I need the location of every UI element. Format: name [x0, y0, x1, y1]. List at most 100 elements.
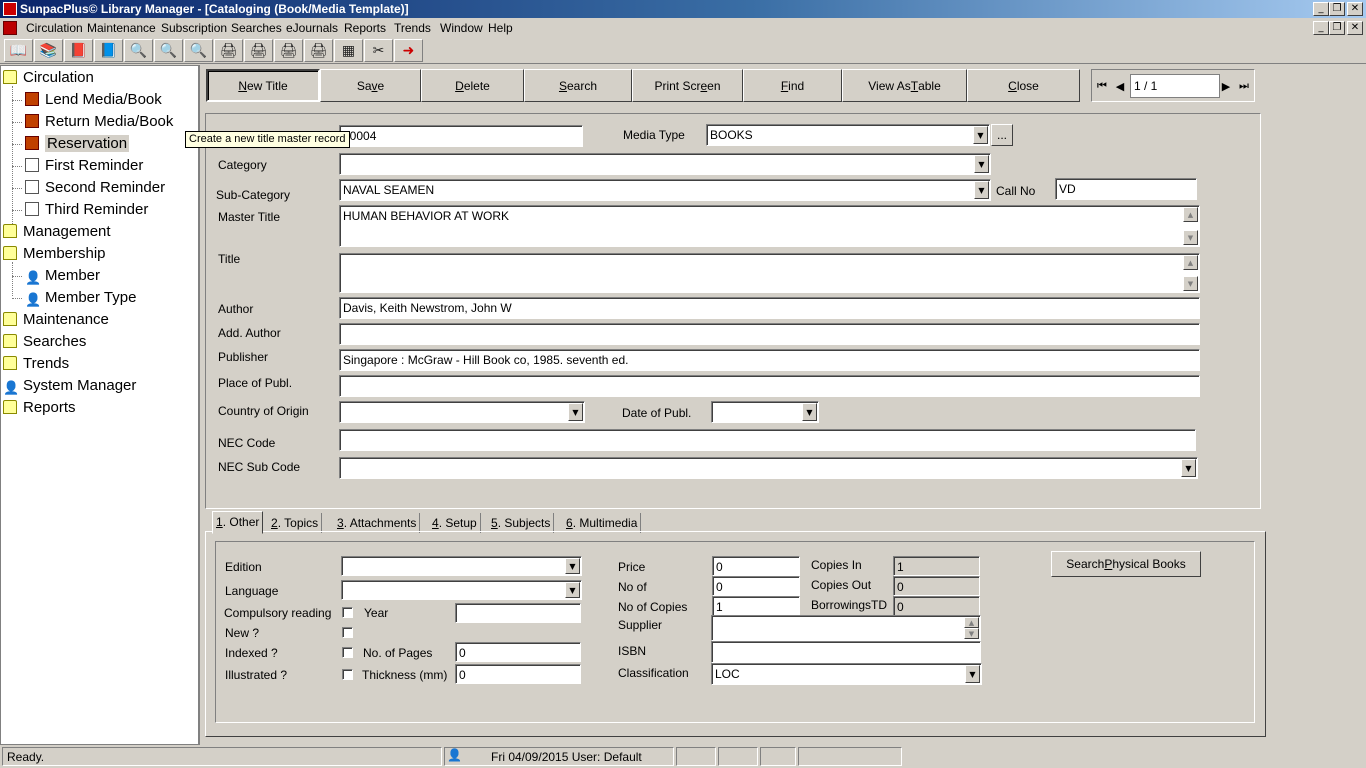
- tab-attachments[interactable]: 3. Attachments: [334, 513, 421, 533]
- chevron-down-icon[interactable]: ▼: [802, 403, 817, 421]
- publisher-field[interactable]: Singapore : McGraw - Hill Book co, 1985.…: [339, 349, 1200, 371]
- edition-select[interactable]: ▼: [341, 556, 582, 576]
- menu-subscription[interactable]: Subscription: [161, 21, 227, 35]
- chevron-down-icon[interactable]: ▼: [965, 665, 980, 683]
- close-button[interactable]: Close: [967, 69, 1080, 102]
- find-button[interactable]: Find: [743, 69, 842, 102]
- call-no-field[interactable]: VD: [1055, 178, 1197, 200]
- chevron-down-icon[interactable]: ▼: [1181, 459, 1196, 477]
- scroll-down-icon[interactable]: ▼: [1183, 276, 1198, 291]
- printer-icon[interactable]: 🖨: [244, 39, 273, 62]
- new-checkbox[interactable]: [342, 627, 353, 638]
- save-button[interactable]: Sa v e: [320, 69, 421, 102]
- tree-circulation[interactable]: Circulation: [3, 68, 94, 88]
- tab-topics[interactable]: 2. Topics: [268, 513, 323, 533]
- chevron-down-icon[interactable]: ▼: [974, 155, 989, 173]
- search-icon[interactable]: 🔍: [124, 39, 153, 62]
- tree-lend-media[interactable]: Lend Media/Book: [25, 90, 162, 110]
- menu-reports[interactable]: Reports: [344, 21, 386, 35]
- indexed-checkbox[interactable]: [342, 647, 353, 658]
- delete-button[interactable]: Delete: [421, 69, 524, 102]
- first-record-button[interactable]: ⏮: [1094, 74, 1110, 98]
- tree-reports[interactable]: Reports: [3, 398, 76, 418]
- tree-third-reminder[interactable]: Third Reminder: [25, 200, 148, 220]
- tree-reservation[interactable]: Reservation: [25, 134, 130, 154]
- tab-setup[interactable]: 4. Setup: [429, 513, 481, 533]
- document-icon[interactable]: [3, 21, 17, 35]
- menu-help[interactable]: Help: [488, 21, 513, 35]
- tools-icon[interactable]: ✂: [364, 39, 393, 62]
- chevron-down-icon[interactable]: ▼: [565, 558, 580, 574]
- media-type-select[interactable]: BOOKS ▼: [706, 124, 990, 146]
- tree-first-reminder[interactable]: First Reminder: [25, 156, 143, 176]
- year-field[interactable]: [455, 603, 581, 623]
- menu-trends[interactable]: Trends: [394, 21, 431, 35]
- mdi-restore-button[interactable]: ❐: [1329, 21, 1345, 35]
- record-counter[interactable]: 1 / 1: [1130, 74, 1220, 98]
- chevron-down-icon[interactable]: ▼: [974, 181, 989, 199]
- category-select[interactable]: ▼: [339, 153, 991, 175]
- tab-other[interactable]: 1. Other: [212, 511, 264, 534]
- chevron-down-icon[interactable]: ▼: [565, 582, 580, 598]
- restore-button[interactable]: ❐: [1329, 2, 1345, 16]
- prev-record-button[interactable]: ◀: [1112, 74, 1128, 98]
- scroll-up-icon[interactable]: ▲: [1183, 207, 1198, 222]
- close-window-button[interactable]: ✕: [1347, 2, 1363, 16]
- search-icon[interactable]: 🔍: [154, 39, 183, 62]
- no-of-copies-field[interactable]: 1: [712, 596, 800, 616]
- date-select[interactable]: ▼: [711, 401, 819, 423]
- classification-select[interactable]: LOC ▼: [711, 663, 982, 685]
- country-select[interactable]: ▼: [339, 401, 585, 423]
- catalog-icon[interactable]: 📘: [94, 39, 123, 62]
- lend-icon[interactable]: 📖: [4, 39, 33, 62]
- return-icon[interactable]: 📚: [34, 39, 63, 62]
- thickness-field[interactable]: 0: [455, 664, 581, 684]
- mdi-minimize-button[interactable]: _: [1313, 21, 1329, 35]
- menu-searches[interactable]: Searches: [231, 21, 282, 35]
- tree-maintenance[interactable]: Maintenance: [3, 310, 109, 330]
- exit-icon[interactable]: ➜: [394, 39, 423, 62]
- nec-code-field[interactable]: [339, 429, 1196, 451]
- chevron-down-icon[interactable]: ▼: [568, 403, 583, 421]
- tree-membership[interactable]: Membership: [3, 244, 106, 264]
- media-type-browse-button[interactable]: ...: [991, 124, 1013, 146]
- scroll-up-icon[interactable]: ▲: [1183, 255, 1198, 270]
- scroll-down-icon[interactable]: ▼: [964, 628, 979, 639]
- search-physical-books-button[interactable]: Search Physical Books: [1051, 551, 1201, 577]
- supplier-field[interactable]: ▲ ▼: [711, 615, 981, 641]
- new-title-button[interactable]: New Title: [206, 69, 320, 102]
- calculator-icon[interactable]: ▦: [334, 39, 363, 62]
- title-field[interactable]: ▲ ▼: [339, 253, 1200, 293]
- master-title-field[interactable]: HUMAN BEHAVIOR AT WORK ▲ ▼: [339, 205, 1200, 247]
- menu-circulation[interactable]: Circulation: [26, 21, 83, 35]
- record-number-field[interactable]: 00004: [339, 125, 583, 147]
- chevron-down-icon[interactable]: ▼: [973, 126, 988, 144]
- compulsory-checkbox[interactable]: [342, 607, 353, 618]
- reservation-icon[interactable]: 📕: [64, 39, 93, 62]
- view-as-table-button[interactable]: View As Table: [842, 69, 967, 102]
- subcategory-select[interactable]: NAVAL SEAMEN ▼: [339, 179, 991, 201]
- printer-icon[interactable]: 🖨: [304, 39, 333, 62]
- author-field[interactable]: Davis, Keith Newstrom, John W: [339, 297, 1200, 319]
- menu-ejournals[interactable]: eJournals: [286, 21, 338, 35]
- no-of-field[interactable]: 0: [712, 576, 800, 596]
- printer-icon[interactable]: 🖨: [214, 39, 243, 62]
- menu-window[interactable]: Window: [440, 21, 483, 35]
- tree-member[interactable]: 👤 Member: [25, 266, 100, 286]
- nec-sub-code-select[interactable]: ▼: [339, 457, 1198, 479]
- price-field[interactable]: 0: [712, 556, 800, 576]
- tree-trends[interactable]: Trends: [3, 354, 69, 374]
- isbn-field[interactable]: [711, 641, 981, 663]
- tab-subjects[interactable]: 5. Subjects: [488, 513, 555, 533]
- print-screen-button[interactable]: Print Scr e en: [632, 69, 743, 102]
- printer-icon[interactable]: 🖨: [274, 39, 303, 62]
- search-icon[interactable]: 🔍: [184, 39, 213, 62]
- minimize-button[interactable]: _: [1313, 2, 1329, 16]
- add-author-field[interactable]: [339, 323, 1200, 345]
- next-record-button[interactable]: ▶: [1218, 74, 1234, 98]
- mdi-close-button[interactable]: ✕: [1347, 21, 1363, 35]
- tab-multimedia[interactable]: 6. Multimedia: [563, 513, 642, 533]
- scroll-down-icon[interactable]: ▼: [1183, 230, 1198, 245]
- tree-system-manager[interactable]: 👤 System Manager: [3, 376, 136, 396]
- search-button[interactable]: Search: [524, 69, 632, 102]
